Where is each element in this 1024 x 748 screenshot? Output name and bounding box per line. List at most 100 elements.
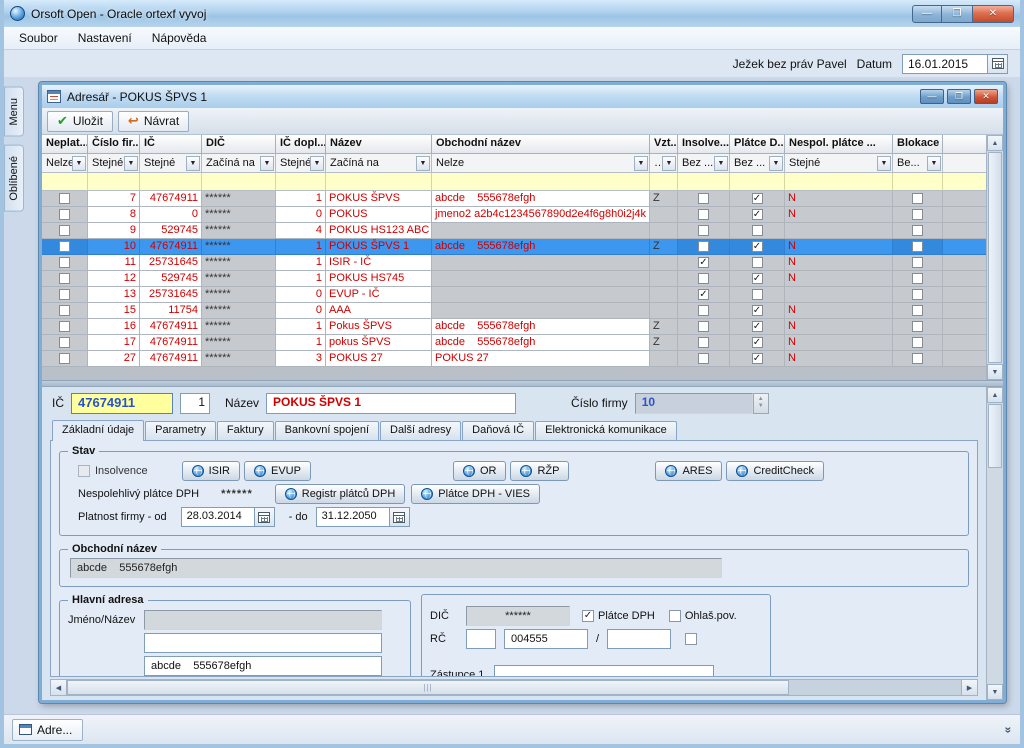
grid-row[interactable]: 1511754******0AAA✓N (42, 303, 986, 319)
filter-input-nespol[interactable] (785, 173, 893, 191)
checkbox-unchecked[interactable] (912, 337, 923, 348)
isir-button[interactable]: ISIR (182, 461, 240, 481)
platce-dph-checkbox[interactable]: ✓ (582, 610, 594, 622)
column-header-blokace[interactable]: Blokace (893, 135, 943, 154)
taskbar-item-adresar[interactable]: Adre... (12, 719, 83, 741)
zastupce-input[interactable] (494, 665, 714, 677)
minimize-button[interactable]: — (920, 89, 944, 104)
filter-input-ic[interactable] (140, 173, 202, 191)
grid-vertical-scrollbar[interactable]: ▲ ▼ (986, 135, 1003, 380)
grid-row[interactable]: 9529745******4POKUS HS123 ABC (42, 223, 986, 239)
checkbox-checked[interactable]: ✓ (698, 289, 709, 300)
filter-input-blokace[interactable] (893, 173, 943, 191)
checkbox-unchecked[interactable] (59, 337, 70, 348)
chevron-down-icon[interactable]: ▼ (714, 156, 728, 171)
chevron-down-icon[interactable]: ▼ (72, 156, 86, 171)
filter-insolve[interactable]: Bez ...▼ (678, 154, 730, 173)
checkbox-checked[interactable]: ✓ (752, 209, 763, 220)
chevron-down-icon[interactable]: ▼ (124, 156, 138, 171)
grid-row[interactable]: 747674911******1POKUS ŠPVSabcde 555678ef… (42, 191, 986, 207)
scrollbar-thumb[interactable] (988, 152, 1002, 363)
scroll-down-arrow[interactable]: ▼ (987, 684, 1003, 700)
tab-elektronicka-komunikace[interactable]: Elektronická komunikace (535, 421, 677, 440)
checkbox-unchecked[interactable] (912, 209, 923, 220)
calendar-button[interactable] (988, 54, 1008, 74)
checkbox-checked[interactable]: ✓ (752, 305, 763, 316)
chevron-down-icon[interactable]: ▼ (877, 156, 891, 171)
filter-ic[interactable]: Stejné▼ (140, 154, 202, 173)
checkbox-unchecked[interactable] (59, 273, 70, 284)
tab-faktury[interactable]: Faktury (217, 421, 274, 440)
filter-nespol[interactable]: Stejné▼ (785, 154, 893, 173)
column-header-platce[interactable]: Plátce D... (730, 135, 785, 154)
filter-cislo[interactable]: Stejné▼ (88, 154, 140, 173)
checkbox-unchecked[interactable] (698, 321, 709, 332)
nazev-line3-input[interactable]: abcde 555678efgh (144, 656, 382, 676)
menu-item-nastaveni[interactable]: Nastavení (69, 28, 141, 48)
scroll-up-arrow[interactable]: ▲ (987, 387, 1003, 403)
evup-button[interactable]: EVUP (244, 461, 311, 481)
grid-row[interactable]: 1647674911******1Pokus ŠPVSabcde 555678e… (42, 319, 986, 335)
checkbox-unchecked[interactable] (59, 209, 70, 220)
spinner-down-icon[interactable]: ▼ (758, 403, 764, 410)
checkbox-unchecked[interactable] (59, 193, 70, 204)
column-header-cislo[interactable]: Číslo fir... (88, 135, 140, 154)
filter-dic[interactable]: Začíná na▼ (202, 154, 276, 173)
column-header-neplat[interactable]: Neplat... (42, 135, 88, 154)
scroll-left-arrow[interactable]: ◀ (51, 680, 67, 695)
column-header-nazev[interactable]: Název (326, 135, 432, 154)
filter-input-insolve[interactable] (678, 173, 730, 191)
filter-vzt[interactable]: …▼ (650, 154, 678, 173)
scrollbar-track[interactable] (987, 469, 1003, 684)
scroll-down-arrow[interactable]: ▼ (987, 364, 1003, 380)
spinner-up-icon[interactable]: ▲ (758, 396, 764, 403)
tab-danova-ic[interactable]: Daňová IČ (462, 421, 534, 440)
chevron-down-icon[interactable]: ▼ (634, 156, 648, 171)
maximize-button[interactable]: ❐ (942, 5, 972, 23)
back-button[interactable]: ↩ Návrat (118, 111, 189, 132)
filter-obchodni[interactable]: Nelze▼ (432, 154, 650, 173)
checkbox-unchecked[interactable] (698, 337, 709, 348)
chevron-down-icon[interactable]: ▼ (260, 156, 274, 171)
column-header-icdopl[interactable]: IČ dopl... (276, 135, 326, 154)
checkbox-unchecked[interactable] (698, 273, 709, 284)
tab-zakladni-udaje[interactable]: Základní údaje (52, 420, 144, 441)
grid-row[interactable]: 80******0POKUSjmeno2 a2b4c1234567890d2e4… (42, 207, 986, 223)
horizontal-scrollbar[interactable]: ◀ ||| ▶ (50, 679, 978, 696)
platce-dph-vies-button[interactable]: Plátce DPH - VIES (411, 484, 540, 504)
close-button[interactable]: ✕ (972, 5, 1014, 23)
checkbox-unchecked[interactable] (59, 289, 70, 300)
checkbox-unchecked[interactable] (752, 289, 763, 300)
ic-suffix-input[interactable]: 1 (180, 393, 210, 414)
save-button[interactable]: ✔ Uložit (47, 111, 113, 132)
chevron-down-icon[interactable]: ▼ (662, 156, 676, 171)
checkbox-unchecked[interactable] (752, 225, 763, 236)
chevron-down-icon[interactable]: ▼ (186, 156, 200, 171)
checkbox-unchecked[interactable] (698, 305, 709, 316)
checkbox-unchecked[interactable] (912, 257, 923, 268)
filter-nazev[interactable]: Začíná na▼ (326, 154, 432, 173)
grid-row[interactable]: 12529745******1POKUS HS745✓N (42, 271, 986, 287)
checkbox-unchecked[interactable] (912, 353, 923, 364)
grid-row[interactable]: 2747674911******3POKUS 27POKUS 27✓N (42, 351, 986, 367)
checkbox-checked[interactable]: ✓ (752, 193, 763, 204)
checkbox-checked[interactable]: ✓ (698, 257, 709, 268)
checkbox-unchecked[interactable] (912, 321, 923, 332)
checkbox-unchecked[interactable] (698, 225, 709, 236)
grid-row[interactable]: 1325731645******0EVUP - IČ✓ (42, 287, 986, 303)
checkbox-checked[interactable]: ✓ (752, 337, 763, 348)
chevron-down-icon[interactable]: ▼ (769, 156, 783, 171)
checkbox-checked[interactable]: ✓ (752, 353, 763, 364)
checkbox-unchecked[interactable] (912, 225, 923, 236)
rc-prefix-input[interactable] (466, 629, 496, 649)
minimize-button[interactable]: — (912, 5, 942, 23)
checkbox-unchecked[interactable] (698, 209, 709, 220)
menu-item-napoveda[interactable]: Nápověda (143, 28, 216, 48)
chevron-down-icon[interactable]: ▼ (416, 156, 430, 171)
tab-dalsi-adresy[interactable]: Další adresy (380, 421, 461, 440)
filter-input-vzt[interactable] (650, 173, 678, 191)
checkbox-unchecked[interactable] (912, 193, 923, 204)
checkbox-unchecked[interactable] (752, 257, 763, 268)
ohlas-pov-checkbox[interactable] (669, 610, 681, 622)
scrollbar-track[interactable] (789, 680, 961, 695)
